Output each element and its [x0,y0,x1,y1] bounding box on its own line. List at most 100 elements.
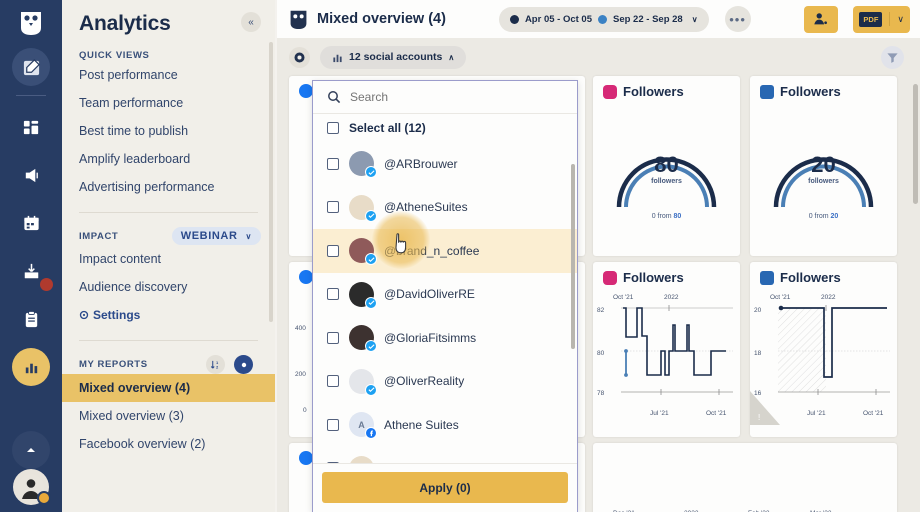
gauge-change: 0 from [651,213,674,220]
avatar: A [349,412,377,440]
account-checkbox[interactable] [327,462,339,463]
dropdown-account-row-4[interactable]: @GloriaFitsimms [313,316,577,360]
compose-pencil-icon [23,58,40,75]
card-header: Followers [750,262,897,285]
sort-icon[interactable]: 1 2 [206,355,225,374]
twitter-badge-icon [365,296,377,309]
sidebar-item-audience-discovery[interactable]: Audience discovery [62,273,275,301]
facebook-icon [299,451,313,465]
analytics-sidebar: Analytics « QUICK VIEWS Post performance… [62,0,275,512]
rail-item-compose[interactable] [12,48,50,86]
export-pdf-button[interactable]: PDF ∨ [853,5,910,33]
rail-item-tasks[interactable] [12,300,50,338]
sidebar-item-facebook-overview-2[interactable]: Facebook overview (2) [62,430,275,458]
more-options-button[interactable]: ••• [724,6,751,32]
x-tick-oct21-top: Oct '21 [613,294,634,301]
bar-chart-icon [333,54,342,62]
account-checkbox[interactable] [327,418,339,431]
sidebar-collapse-button[interactable]: « [241,12,261,32]
section-heading-quick-views: QUICK VIEWS [79,50,150,61]
facebook-icon [299,84,313,98]
account-checkbox[interactable] [327,288,339,301]
sidebar-item-post-performance[interactable]: Post performance [62,61,275,89]
dropdown-account-row-1[interactable]: @AtheneSuites [313,186,577,230]
account-checkbox[interactable] [327,375,339,388]
select-all-label: Select all (12) [349,121,426,135]
impact-campaign-select[interactable]: Webinar ∨ [171,227,261,245]
instagram-icon [603,84,617,99]
avatar [349,368,377,396]
inbox-download-icon [24,263,38,278]
dropdown-account-row-7[interactable]: Athene Suites [313,447,577,463]
rail-item-inbox[interactable] [12,252,53,291]
user-avatar[interactable] [13,469,51,505]
dropdown-account-row-5[interactable]: @OliverReality [313,360,577,404]
sidebar-scrollbar[interactable] [269,42,273,322]
sidebar-item-settings[interactable]: Settings [62,301,275,329]
widget-card-ig-followers-line[interactable]: Followers 82 80 78 Oct '21 2022 Jul '21 … [593,262,740,437]
compare-range-label: Sep 22 - Sep 28 [613,13,683,25]
gauge-unit: followers [651,178,682,185]
avatar [349,151,377,179]
clipboard-icon [25,310,37,327]
dropdown-account-row-2[interactable]: @brand_n_coffee [313,229,577,273]
search-input[interactable] [350,90,530,104]
account-checkbox[interactable] [327,331,339,344]
chevron-down-icon: ∨ [897,13,904,24]
dropdown-select-all-row[interactable]: Select all (12) [313,114,577,142]
search-icon [328,91,341,104]
social-accounts-chip-label: 12 social accounts [349,51,443,63]
widget-card-bottom-timeline[interactable]: Dec '21 2022 Feb '22 Mar '22 [593,443,897,512]
warning-triangle-icon: ! [758,413,760,422]
x-tick-2022-top: 2022 [664,294,679,301]
sidebar-item-best-time-to-publish[interactable]: Best time to publish [62,117,275,145]
filter-settings-button[interactable] [289,46,310,68]
owl-logo-icon [16,8,46,38]
linkedin-icon [760,270,774,285]
sidebar-item-mixed-overview-4[interactable]: Mixed overview (4) [62,374,275,402]
content-scrollbar[interactable] [913,84,918,204]
apply-button[interactable]: Apply (0) [322,472,568,503]
rail-collapse-button[interactable] [12,431,50,469]
funnel-filter-button[interactable] [881,46,904,69]
widget-card-ig-followers-gauge[interactable]: Followers 80 followers 0 from 80 [593,76,740,256]
dropdown-account-row-3[interactable]: @DavidOliverRE [313,273,577,317]
x-tick-jul21: Jul '21 [807,410,826,417]
rail-item-amplify[interactable] [12,156,50,194]
share-report-button[interactable] [804,5,839,33]
add-circle-icon[interactable] [234,355,253,374]
linkedin-icon [760,84,774,99]
widget-card-li-followers-line[interactable]: Followers 20 18 16 Oct '21 2022 Jul '21 … [750,262,897,437]
sidebar-item-impact-content[interactable]: Impact content [62,245,275,273]
sidebar-item-team-performance[interactable]: Team performance [62,89,275,117]
widget-card-li-followers-gauge[interactable]: Followers 20 followers 0 from 20 [750,76,897,256]
select-all-checkbox[interactable] [327,122,339,134]
date-range-selector[interactable]: Apr 05 - Oct 05 Sep 22 - Sep 28 ∨ [498,6,709,32]
chevron-up-icon: ∧ [448,52,455,62]
gauge-unit: followers [808,178,839,185]
dropdown-account-row-0[interactable]: @ARBrouwer [313,142,577,186]
account-checkbox[interactable] [327,157,339,170]
sidebar-item-mixed-overview-3[interactable]: Mixed overview (3) [62,402,275,430]
sidebar-item-advertising-performance[interactable]: Advertising performance [62,173,275,201]
sidebar-item-amplify-leaderboard[interactable]: Amplify leaderboard [62,145,275,173]
compare-range-dot [598,14,607,24]
rail-item-analytics[interactable] [12,348,50,386]
dropdown-account-row-6[interactable]: A Athene Suites [313,403,577,447]
social-accounts-chip[interactable]: 12 social accounts ∧ [320,45,467,69]
left-icon-rail [0,0,62,512]
card-title: Followers [623,84,684,99]
rail-item-planner[interactable] [12,204,50,242]
gear-icon [79,310,89,320]
account-checkbox[interactable] [327,201,339,214]
card-header: Followers [750,76,897,99]
section-heading-impact: IMPACT [79,230,119,242]
avatar [349,281,377,309]
account-checkbox[interactable] [327,244,339,257]
rail-item-streams[interactable] [12,108,50,146]
y-tick-80: 80 [597,350,605,357]
y-tick-16: 16 [754,390,762,397]
dropdown-scrollbar[interactable] [571,164,575,349]
bottom-timeline-axis: Dec '21 2022 Feb '22 Mar '22 [613,510,832,512]
section-heading-my-reports: MY REPORTS [79,359,148,370]
